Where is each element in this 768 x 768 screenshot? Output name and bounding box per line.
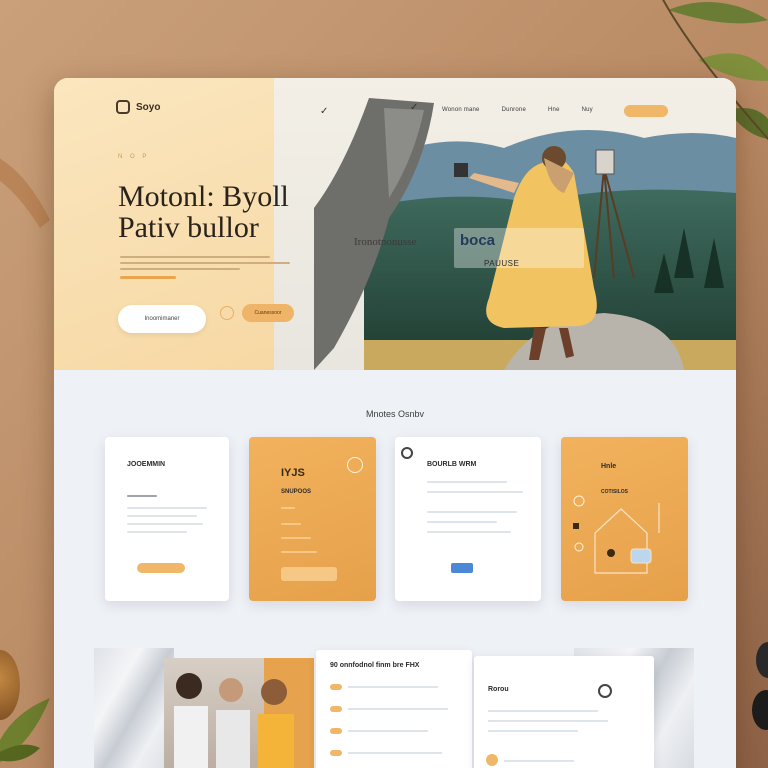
team-panel: 90 onnfodnol finm bre FHX xyxy=(316,650,472,768)
brand-name: Soyo xyxy=(136,101,161,113)
nav-cta-button[interactable] xyxy=(624,105,668,117)
card-title: IYJS xyxy=(281,467,305,479)
bird-icon: ✓ xyxy=(320,106,329,117)
hero-description xyxy=(120,256,300,279)
hero-section: Soyo ✓ ✓ Wonon mane Dunrone Hne Nuy N O … xyxy=(54,78,736,370)
accent-line xyxy=(120,276,176,279)
panel-title: 90 onnfodnol finm bre FHX xyxy=(330,662,420,669)
card-button[interactable] xyxy=(451,563,473,573)
headline-line-1: Motonl: Byoll xyxy=(118,180,289,213)
service-card[interactable]: Hnle COTISILOS xyxy=(561,437,688,601)
secondary-cta-button[interactable]: Cuanessoor xyxy=(242,304,294,322)
card-title: BOURLB WRM xyxy=(427,461,477,468)
photo-sign-title: boca xyxy=(460,232,496,249)
service-card[interactable]: BOURLB WRM xyxy=(395,437,541,601)
avatar-icon xyxy=(598,684,612,698)
photo-sign-subtitle: PAUUSE xyxy=(484,259,520,268)
nav-link-1[interactable]: Wonon mane xyxy=(442,107,480,113)
stamp-icon xyxy=(347,457,363,473)
nav-link-2[interactable]: Dunrone xyxy=(502,107,526,113)
headline-line-2: Pativ bullor xyxy=(118,211,259,244)
hero-eyebrow: N O P xyxy=(118,154,150,160)
photo-caption: Ironotnonusse xyxy=(354,236,417,248)
panel-title: Rorou xyxy=(488,686,509,693)
service-card[interactable]: JOOEMMIN xyxy=(105,437,229,601)
brand-logo[interactable]: Soyo xyxy=(116,100,160,114)
card-button[interactable] xyxy=(137,563,185,573)
top-nav: Soyo ✓ ✓ Wonon mane Dunrone Hne Nuy xyxy=(54,78,736,122)
card-title: Hnle xyxy=(601,463,617,470)
hero-headline: Motonl: Byoll Pativ bullor xyxy=(118,181,289,243)
wood-branch-decoration xyxy=(0,158,50,228)
profile-panel: Rorou xyxy=(474,656,654,768)
services-title: Mnotes Osnbv xyxy=(365,409,425,419)
dot-icon xyxy=(401,447,413,459)
service-card[interactable]: IYJS SNUPOOS xyxy=(249,437,376,601)
home-illustration-icon xyxy=(573,495,660,574)
pebble-decoration xyxy=(752,642,768,730)
website-mockup: Soyo ✓ ✓ Wonon mane Dunrone Hne Nuy N O … xyxy=(54,78,736,768)
bird-icon: ✓ xyxy=(410,102,419,113)
gold-dot-icon xyxy=(486,754,498,766)
card-title: JOOEMMIN xyxy=(127,461,166,468)
team-section: 90 onnfodnol finm bre FHX Rorou xyxy=(94,640,694,768)
team-photo xyxy=(164,658,314,768)
card-subtitle: SNUPOOS xyxy=(281,489,312,495)
primary-cta-button[interactable]: Inoomimaner xyxy=(118,305,206,333)
nav-link-4[interactable]: Nuy xyxy=(582,107,593,113)
nav-link-3[interactable]: Hne xyxy=(548,107,560,113)
logo-icon xyxy=(116,100,130,114)
sun-icon xyxy=(220,306,234,320)
